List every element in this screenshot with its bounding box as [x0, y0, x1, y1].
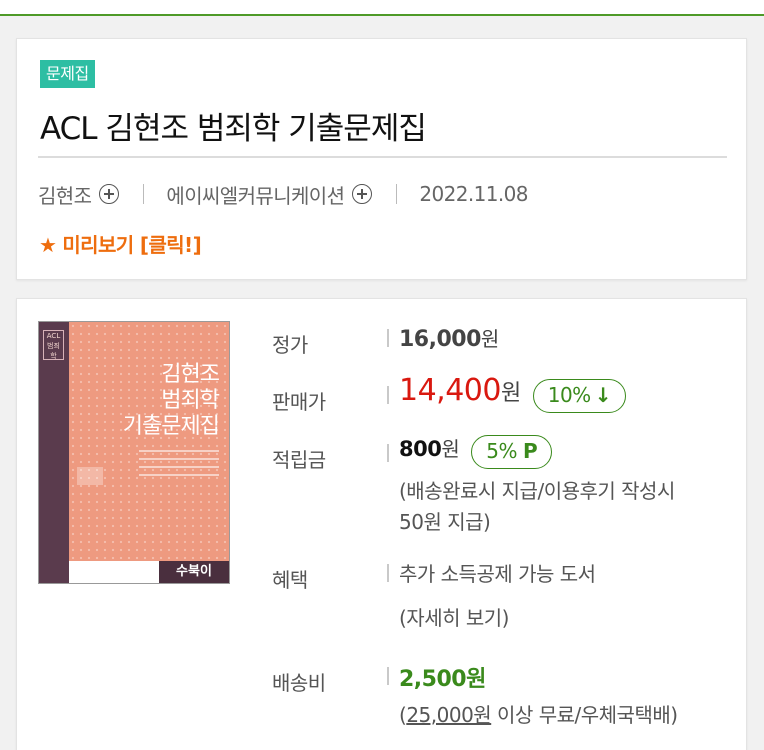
shipping-note: (25,000원 이상 무료/우체국택배) — [399, 703, 678, 727]
star-icon: ★ — [39, 233, 57, 257]
cover-publisher-strip — [69, 561, 161, 583]
list-price: 16,000원 — [399, 323, 499, 352]
cover-text-line — [139, 450, 219, 452]
sale-price: 14,400원 10% ↓ — [399, 373, 626, 413]
top-accent-line — [0, 0, 764, 16]
shipping-fee-value: 2,500원 — [399, 667, 486, 692]
cover-spine-tag: ACL 범죄학 — [43, 330, 64, 360]
arrow-down-icon: ↓ — [594, 382, 612, 407]
meta-separator — [143, 184, 145, 204]
cover-title-line: 김현조 — [161, 362, 220, 387]
cover-text-line — [139, 458, 219, 460]
book-title: ACL 김현조 범죄학 기출문제집 — [40, 111, 427, 147]
currency-unit: 원 — [500, 381, 521, 406]
author-link[interactable]: 김현조 — [38, 180, 92, 209]
cover-spine: ACL 범죄학 — [39, 322, 69, 583]
benefit-detail-link[interactable]: (자세히 보기) — [399, 603, 509, 634]
cover-text-line — [139, 474, 219, 476]
category-badge[interactable]: 문제집 — [40, 60, 95, 88]
benefit-label: 혜택 — [272, 568, 308, 592]
book-meta: 김현조 에이씨엘커뮤니케이션 2022.11.08 — [38, 179, 529, 209]
sale-price-label: 판매가 — [272, 390, 326, 414]
cover-title: 김현조 범죄학 기출문제집 — [122, 362, 220, 440]
list-price-value: 16,000 — [399, 327, 481, 352]
list-price-label: 정가 — [272, 333, 308, 357]
author-add-icon[interactable] — [99, 184, 120, 204]
sale-price-value: 14,400 — [399, 373, 501, 408]
points-value: 800 — [399, 437, 442, 461]
discount-rate: 10% — [547, 382, 591, 407]
points-badge: 5% P — [471, 434, 553, 469]
cover-text-line — [139, 466, 219, 468]
book-cover-image[interactable]: ACL 범죄학 김현조 범죄학 기출문제집 수북이 — [38, 321, 230, 584]
cover-title-line: 범죄학 — [161, 388, 220, 413]
cover-title-line: 기출문제집 — [122, 414, 220, 439]
points-label: 적립금 — [272, 448, 326, 472]
points-note-line: (배송완료시 지급/이용후기 작성시 — [399, 479, 675, 503]
cover-subtitle-block — [77, 467, 103, 485]
publisher-link[interactable]: 에이씨엘커뮤니케이션 — [166, 180, 345, 209]
publish-date: 2022.11.08 — [419, 182, 528, 206]
meta-separator — [396, 184, 398, 204]
discount-badge: 10% ↓ — [532, 378, 626, 413]
book-title-card: 문제집 ACL 김현조 범죄학 기출문제집 김현조 에이씨엘커뮤니케이션 202… — [16, 38, 747, 280]
currency-unit: 원 — [480, 327, 499, 351]
preview-label: 미리보기 [클릭!] — [62, 233, 202, 257]
currency-unit: 원 — [441, 437, 460, 461]
shipping-fee: 2,500원 — [399, 661, 486, 693]
title-divider — [38, 156, 727, 158]
free-shipping-threshold[interactable]: 25,000원 — [406, 703, 491, 727]
points-rate: 5% — [486, 438, 517, 463]
book-detail-card: ACL 범죄학 김현조 범죄학 기출문제집 수북이 정가 16,000원 판매가… — [16, 298, 747, 750]
point-icon: P — [522, 438, 538, 463]
publisher-add-icon[interactable] — [352, 184, 373, 204]
cover-brand: 수북이 — [159, 561, 229, 583]
points-note: (배송완료시 지급/이용후기 작성시 50원 지급) — [399, 476, 675, 538]
preview-link[interactable]: ★ 미리보기 [클릭!] — [39, 229, 202, 258]
benefit-text: 추가 소득공제 가능 도서 — [399, 562, 596, 586]
points: 800원 5% P — [399, 433, 553, 469]
points-note-line: 50원 지급) — [399, 510, 491, 534]
shipping-label: 배송비 — [272, 671, 326, 695]
